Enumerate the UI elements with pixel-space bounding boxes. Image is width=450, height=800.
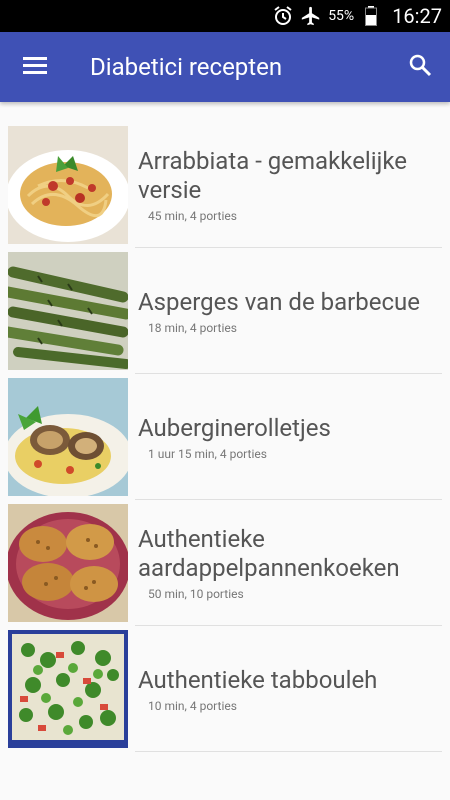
recipe-thumbnail-tabbouleh — [8, 630, 128, 748]
recipe-thumbnail-pasta — [8, 126, 128, 244]
list-item[interactable]: Asperges van de barbecue 18 min, 4 porti… — [0, 248, 450, 374]
app-toolbar: Diabetici recepten — [0, 32, 450, 102]
recipe-name: Authentieke tabbouleh — [138, 665, 378, 694]
recipe-meta: 18 min, 4 porties — [148, 320, 237, 335]
recipe-thumbnail-potato-pancakes — [8, 504, 128, 622]
search-icon — [408, 53, 432, 81]
hamburger-menu-icon — [23, 55, 47, 79]
recipe-name: Asperges van de barbecue — [138, 287, 421, 316]
recipe-name: Authentieke aardappelpannenkoeken — [138, 525, 400, 582]
status-bar: 55% 16:27 — [0, 0, 450, 32]
recipe-name: Auberginerolletjes — [138, 413, 331, 442]
page-title: Diabetici recepten — [90, 53, 283, 81]
search-button[interactable] — [390, 32, 450, 102]
alarm-clock-icon — [272, 5, 294, 27]
clock-time: 16:27 — [392, 4, 442, 28]
list-item[interactable]: Auberginerolletjes 1 uur 15 min, 4 porti… — [0, 374, 450, 500]
list-item[interactable]: Arrabbiata - gemakkelijke versie 45 min,… — [0, 122, 450, 248]
airplane-mode-icon — [300, 5, 322, 27]
recipe-thumbnail-asparagus — [8, 252, 128, 370]
list-item[interactable]: Authentieke aardappelpannenkoeken 50 min… — [0, 500, 450, 626]
recipe-meta: 1 uur 15 min, 4 porties — [148, 446, 267, 461]
recipe-meta: 45 min, 4 porties — [148, 209, 237, 223]
recipe-meta: 10 min, 4 porties — [148, 698, 237, 713]
recipe-name: Arrabbiata - gemakkelijke versie — [138, 147, 407, 204]
list-item[interactable]: Authentieke tabbouleh 10 min, 4 porties — [0, 626, 450, 752]
recipe-list: Arrabbiata - gemakkelijke versie 45 min,… — [0, 102, 450, 752]
recipe-thumbnail-eggplant — [8, 378, 128, 496]
recipe-meta: 50 min, 10 porties — [148, 587, 244, 601]
menu-button[interactable] — [0, 32, 70, 102]
battery-icon — [360, 5, 382, 27]
battery-percent: 55% — [328, 8, 355, 24]
